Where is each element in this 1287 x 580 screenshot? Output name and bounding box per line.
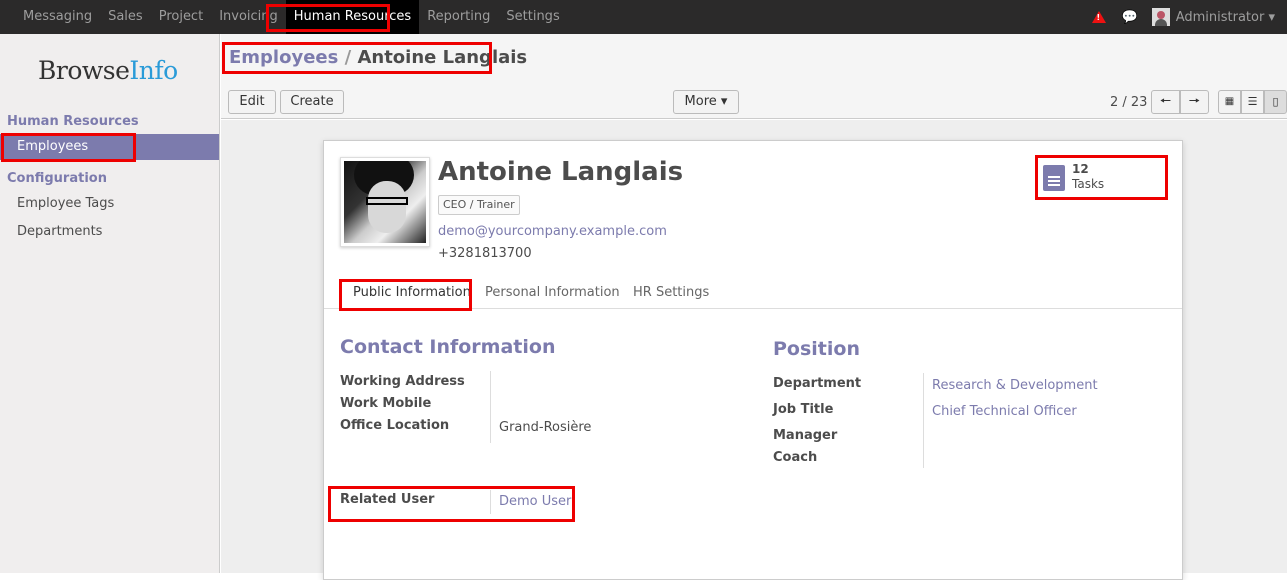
breadcrumb-employees[interactable]: Employees	[229, 47, 338, 68]
tab-public-information[interactable]: Public Information	[353, 285, 471, 309]
form-view-icon[interactable]: ▯	[1264, 90, 1287, 114]
pager-next-button[interactable]: 🠖	[1180, 90, 1209, 114]
tab-personal-information[interactable]: Personal Information	[485, 285, 620, 309]
tasks-count: 12	[1072, 162, 1089, 176]
document-icon	[1043, 165, 1065, 191]
warning-icon[interactable]: !	[1091, 11, 1106, 23]
employee-tag[interactable]: CEO / Trainer	[438, 195, 520, 215]
department-label: Department	[773, 376, 862, 391]
job-title-label: Job Title	[773, 402, 834, 417]
related-user-divider	[490, 490, 491, 514]
menu-human-resources[interactable]: Human Resources	[285, 0, 420, 34]
list-view-icon[interactable]: ☰	[1241, 90, 1264, 114]
working-address-label: Working Address	[340, 374, 465, 389]
sidebar-item-employee-tags[interactable]: Employee Tags	[0, 191, 219, 217]
top-navbar: Messaging Sales Project Invoicing Human …	[0, 0, 1287, 34]
employee-photo[interactable]	[340, 157, 430, 247]
position-divider	[923, 373, 924, 468]
sidebar-section-hr: Human Resources	[7, 114, 139, 129]
employee-email[interactable]: demo@yourcompany.example.com	[438, 224, 667, 239]
tab-hr-settings[interactable]: HR Settings	[633, 285, 709, 309]
pager-previous-button[interactable]: 🠔	[1151, 90, 1180, 114]
office-location-value[interactable]: Grand-Rosière	[499, 420, 591, 435]
menu-sales[interactable]: Sales	[100, 0, 151, 34]
kanban-view-icon[interactable]: ▦	[1218, 90, 1241, 114]
user-menu[interactable]: Administrator ▾	[1176, 10, 1275, 25]
more-button[interactable]: More ▾	[673, 90, 739, 114]
sidebar-section-configuration: Configuration	[7, 171, 107, 186]
menu-reporting[interactable]: Reporting	[419, 0, 498, 34]
related-user-link[interactable]: Demo User	[499, 494, 571, 509]
top-menu: Messaging Sales Project Invoicing Human …	[0, 0, 568, 34]
pager-value: 2 / 23	[1110, 95, 1148, 110]
edit-button[interactable]: Edit	[228, 90, 276, 114]
menu-settings[interactable]: Settings	[498, 0, 567, 34]
job-title-link[interactable]: Chief Technical Officer	[932, 404, 1077, 419]
employee-phone[interactable]: +3281813700	[438, 246, 532, 261]
manager-label: Manager	[773, 428, 838, 443]
contact-divider	[490, 371, 491, 443]
related-user-label: Related User	[340, 492, 435, 507]
work-mobile-label: Work Mobile	[340, 396, 432, 411]
breadcrumb-current: Antoine Langlais	[357, 47, 528, 68]
tasks-smart-button[interactable]: 12 Tasks	[1040, 159, 1164, 197]
browseinfo-logo: BrowseInfo	[38, 56, 178, 85]
sidebar-item-employees[interactable]: Employees	[0, 134, 219, 160]
control-panel: Employees / Antoine Langlais Edit Create…	[221, 34, 1287, 119]
menu-messaging[interactable]: Messaging	[15, 0, 100, 34]
sidebar: BrowseInfo Human Resources Employees Con…	[0, 34, 220, 573]
chat-icon[interactable]: 💬	[1122, 10, 1138, 25]
sidebar-item-departments[interactable]: Departments	[0, 219, 219, 245]
contact-information-title: Contact Information	[340, 336, 556, 358]
employee-name[interactable]: Antoine Langlais	[438, 157, 683, 187]
systray: ! 💬 Administrator ▾	[1091, 0, 1287, 34]
create-button[interactable]: Create	[280, 90, 344, 114]
user-name: Administrator	[1175, 9, 1265, 25]
menu-invoicing[interactable]: Invoicing	[211, 0, 286, 34]
department-link[interactable]: Research & Development	[932, 378, 1098, 393]
position-title: Position	[773, 338, 860, 360]
menu-project[interactable]: Project	[151, 0, 211, 34]
coach-label: Coach	[773, 450, 818, 465]
tasks-label: Tasks	[1072, 177, 1105, 191]
office-location-label: Office Location	[340, 418, 450, 433]
breadcrumb: Employees / Antoine Langlais	[229, 47, 528, 68]
avatar[interactable]	[1151, 8, 1170, 26]
